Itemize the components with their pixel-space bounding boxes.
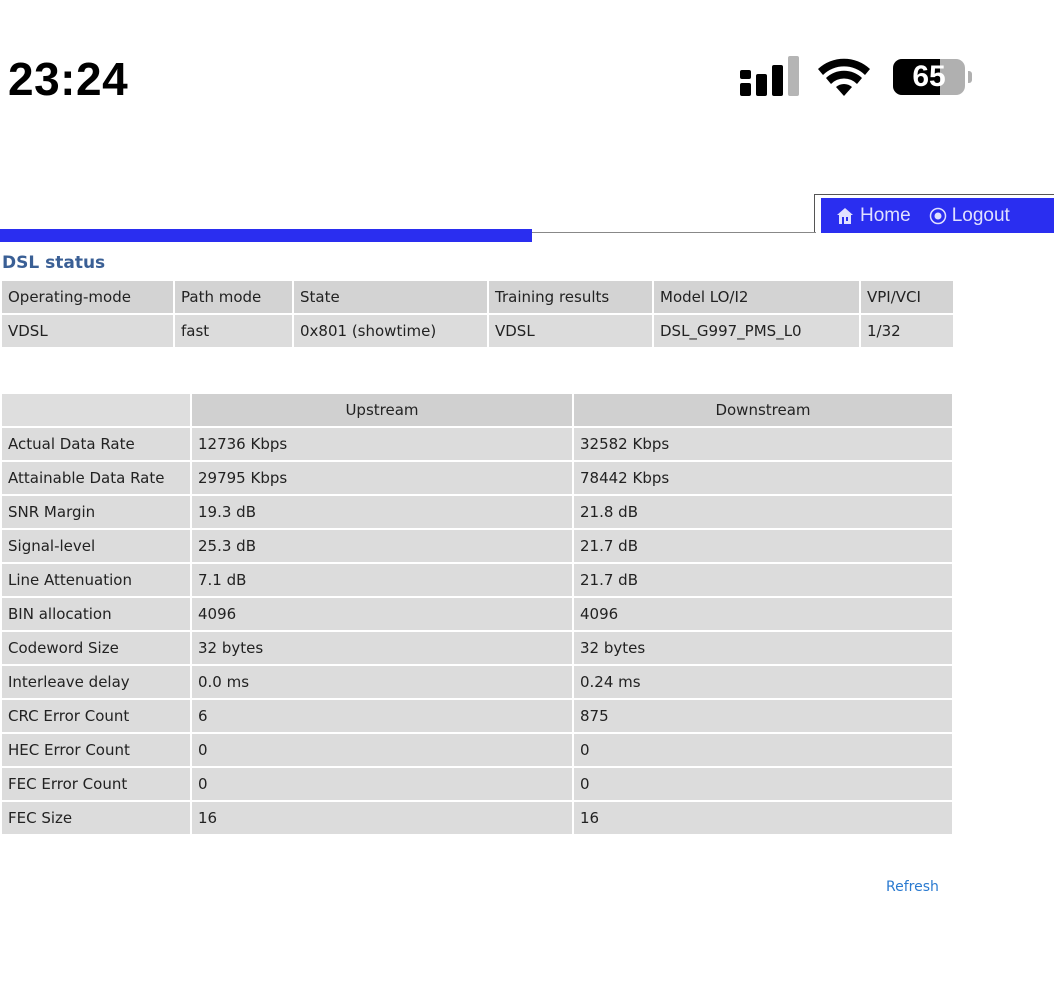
header-frame-top [814, 194, 1054, 195]
downstream-cell: 16 [574, 802, 952, 834]
row-label: Attainable Data Rate [2, 462, 190, 494]
wifi-icon [818, 58, 870, 96]
header-cell: Downstream [574, 394, 952, 426]
upstream-cell: 29795 Kbps [192, 462, 572, 494]
status-bar-time: 23:24 [8, 53, 129, 105]
downstream-cell: 4096 [574, 598, 952, 630]
header-cell: Training results [489, 281, 652, 313]
table-row: VDSL fast 0x801 (showtime) VDSL DSL_G997… [2, 315, 953, 347]
table-row: FEC Size 16 16 [2, 802, 952, 834]
battery-icon: 65 [893, 59, 975, 95]
upstream-cell: 0.0 ms [192, 666, 572, 698]
top-nav: Home Logout [821, 198, 1054, 233]
row-label: Actual Data Rate [2, 428, 190, 460]
table-row: HEC Error Count 0 0 [2, 734, 952, 766]
logout-icon [929, 207, 946, 224]
header-cell: State [294, 281, 487, 313]
downstream-cell: 32582 Kbps [574, 428, 952, 460]
upstream-cell: 7.1 dB [192, 564, 572, 596]
table-row: SNR Margin 19.3 dB 21.8 dB [2, 496, 952, 528]
row-label: FEC Error Count [2, 768, 190, 800]
home-icon [837, 207, 853, 224]
header-cell: Model LO/I2 [654, 281, 859, 313]
table-row: Signal-level 25.3 dB 21.7 dB [2, 530, 952, 562]
home-link[interactable]: Home [835, 205, 911, 227]
value-cell: VDSL [489, 315, 652, 347]
dsl-stats-table: Upstream Downstream Actual Data Rate 1273… [0, 392, 954, 836]
upstream-cell: 4096 [192, 598, 572, 630]
table-row: CRC Error Count 6 875 [2, 700, 952, 732]
table-row: FEC Error Count 0 0 [2, 768, 952, 800]
home-label: Home [860, 204, 911, 226]
row-label: CRC Error Count [2, 700, 190, 732]
status-icons: 65 [738, 56, 978, 98]
value-cell: VDSL [2, 315, 173, 347]
upstream-cell: 6 [192, 700, 572, 732]
header-cell: VPI/VCI [861, 281, 953, 313]
upstream-cell: 19.3 dB [192, 496, 572, 528]
header-frame-side [814, 194, 815, 233]
value-cell: 1/32 [861, 315, 953, 347]
row-label: Signal-level [2, 530, 190, 562]
downstream-cell: 0 [574, 768, 952, 800]
value-cell: fast [175, 315, 292, 347]
upstream-cell: 25.3 dB [192, 530, 572, 562]
row-label: Codeword Size [2, 632, 190, 664]
value-cell: DSL_G997_PMS_L0 [654, 315, 859, 347]
row-label: HEC Error Count [2, 734, 190, 766]
header-cell: Upstream [192, 394, 572, 426]
downstream-cell: 21.7 dB [574, 530, 952, 562]
header-cell: Path mode [175, 281, 292, 313]
table-row: Line Attenuation 7.1 dB 21.7 dB [2, 564, 952, 596]
battery-level: 65 [912, 60, 946, 93]
row-label: FEC Size [2, 802, 190, 834]
table-header-row: Operating-mode Path mode State Training … [2, 281, 953, 313]
header-cell [2, 394, 190, 426]
table-row: Attainable Data Rate 29795 Kbps 78442 Kbps [2, 462, 952, 494]
upstream-cell: 0 [192, 734, 572, 766]
table-row: Interleave delay 0.0 ms 0.24 ms [2, 666, 952, 698]
downstream-cell: 78442 Kbps [574, 462, 952, 494]
value-cell: 0x801 (showtime) [294, 315, 487, 347]
row-label: BIN allocation [2, 598, 190, 630]
table-row: Actual Data Rate 12736 Kbps 32582 Kbps [2, 428, 952, 460]
upstream-cell: 0 [192, 768, 572, 800]
dsl-summary-table: Operating-mode Path mode State Training … [0, 279, 955, 349]
logout-label: Logout [951, 204, 1010, 226]
row-label: Line Attenuation [2, 564, 190, 596]
logout-link[interactable]: Logout [929, 205, 1010, 227]
row-label: SNR Margin [2, 496, 190, 528]
upstream-cell: 16 [192, 802, 572, 834]
header-cell: Operating-mode [2, 281, 173, 313]
row-label: Interleave delay [2, 666, 190, 698]
header-accent-bar [0, 229, 532, 242]
downstream-cell: 875 [574, 700, 952, 732]
downstream-cell: 0 [574, 734, 952, 766]
downstream-cell: 32 bytes [574, 632, 952, 664]
table-header-row: Upstream Downstream [2, 394, 952, 426]
downstream-cell: 21.8 dB [574, 496, 952, 528]
page-title: DSL status [2, 253, 106, 273]
downstream-cell: 21.7 dB [574, 564, 952, 596]
upstream-cell: 32 bytes [192, 632, 572, 664]
table-row: BIN allocation 4096 4096 [2, 598, 952, 630]
refresh-link[interactable]: Refresh [886, 879, 939, 895]
upstream-cell: 12736 Kbps [192, 428, 572, 460]
table-row: Codeword Size 32 bytes 32 bytes [2, 632, 952, 664]
downstream-cell: 0.24 ms [574, 666, 952, 698]
signal-icon [740, 56, 799, 96]
